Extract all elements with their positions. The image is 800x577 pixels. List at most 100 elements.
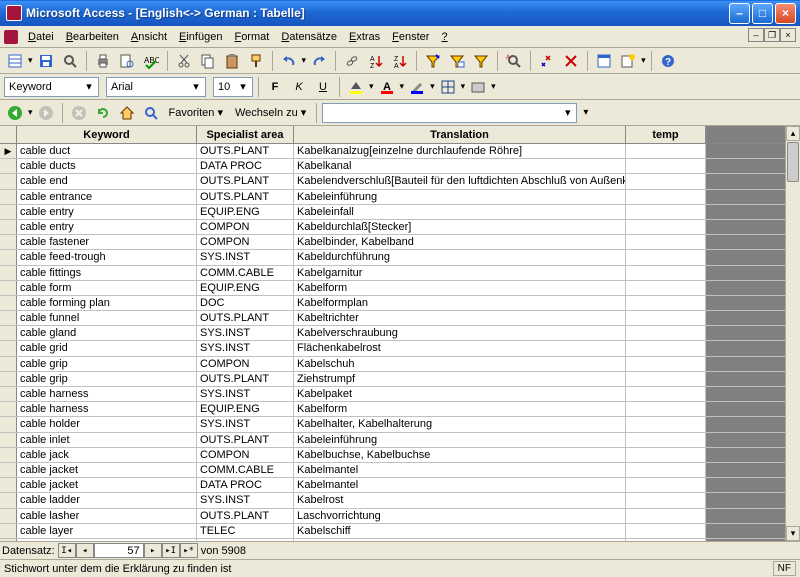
chevron-down-icon[interactable]: ▾ (28, 107, 33, 118)
cell-spec[interactable]: COMPON (197, 220, 294, 234)
refresh-button[interactable] (92, 102, 114, 124)
prev-record-button[interactable]: ◂ (76, 543, 94, 558)
row-selector[interactable] (0, 205, 17, 219)
cell-trans[interactable]: Kabeleinführung (294, 433, 626, 447)
search-button[interactable] (59, 50, 81, 72)
cell-trans[interactable]: Kabelkanalzug[einzelne durchlaufende Röh… (294, 144, 626, 158)
fontsize-combo[interactable]: 10 ▾ (213, 77, 253, 97)
table-row[interactable]: cable feed-troughSYS.INSTKabeldurchführu… (0, 250, 785, 265)
cell-trans[interactable]: Kabelform (294, 402, 626, 416)
cell-temp[interactable] (626, 174, 706, 188)
cell-trans[interactable]: Kabelverschraubung (294, 326, 626, 340)
minimize-button[interactable]: – (729, 3, 750, 24)
cell-temp[interactable] (626, 463, 706, 477)
record-number-input[interactable]: 57 (94, 543, 144, 558)
row-selector[interactable] (0, 220, 17, 234)
table-row[interactable]: cable glandSYS.INSTKabelverschraubung (0, 326, 785, 341)
menu-extras[interactable]: Extras (343, 29, 386, 45)
table-row[interactable]: cable fastenerCOMPONKabelbinder, Kabelba… (0, 235, 785, 250)
cell-temp[interactable] (626, 417, 706, 431)
row-selector[interactable] (0, 326, 17, 340)
cell-trans[interactable]: Kabelrost (294, 493, 626, 507)
row-selector[interactable] (0, 433, 17, 447)
table-row[interactable]: cable ladderSYS.INSTKabelrost (0, 493, 785, 508)
row-selector[interactable] (0, 281, 17, 295)
row-selector[interactable] (0, 296, 17, 310)
row-selector[interactable] (0, 311, 17, 325)
table-row[interactable]: cable inletOUTS.PLANTKabeleinführung (0, 433, 785, 448)
cell-spec[interactable]: SYS.INST (197, 493, 294, 507)
database-window-button[interactable] (593, 50, 615, 72)
search-web-button[interactable] (140, 102, 162, 124)
cell-spec[interactable]: SYS.INST (197, 326, 294, 340)
mdi-restore-button[interactable]: ❐ (764, 28, 780, 42)
cell-keyword[interactable]: cable ducts (17, 159, 197, 173)
row-selector[interactable] (0, 190, 17, 204)
cell-spec[interactable]: TELEC (197, 524, 294, 538)
cell-spec[interactable]: SYS.INST (197, 417, 294, 431)
go-button[interactable]: Wechseln zu ▾ (230, 102, 311, 124)
cell-keyword[interactable]: cable layer (17, 524, 197, 538)
print-button[interactable] (92, 50, 114, 72)
row-selector[interactable] (0, 357, 17, 371)
table-row[interactable]: cable layerTELECKabelschiff (0, 524, 785, 539)
cell-spec[interactable]: OUTS.PLANT (197, 372, 294, 386)
menu-ansicht[interactable]: Ansicht (125, 29, 173, 45)
table-row[interactable]: cable harnessSYS.INSTKabelpaket (0, 387, 785, 402)
row-selector[interactable] (0, 250, 17, 264)
cell-keyword[interactable]: cable jacket (17, 463, 197, 477)
cell-trans[interactable]: Kabelpaket (294, 387, 626, 401)
cell-temp[interactable] (626, 296, 706, 310)
favorites-button[interactable]: Favoriten ▾ (164, 102, 228, 124)
cell-spec[interactable]: EQUIP.ENG (197, 205, 294, 219)
cell-temp[interactable] (626, 509, 706, 523)
cell-trans[interactable]: Kabelform (294, 281, 626, 295)
cell-temp[interactable] (626, 448, 706, 462)
delete-record-button[interactable] (560, 50, 582, 72)
row-selector[interactable] (0, 417, 17, 431)
column-header-translation[interactable]: Translation (294, 126, 626, 143)
italic-button[interactable]: K (288, 76, 310, 98)
cell-trans[interactable]: Kabeldurchführung (294, 250, 626, 264)
sort-desc-button[interactable]: ZA (389, 50, 411, 72)
cell-spec[interactable]: OUTS.PLANT (197, 174, 294, 188)
table-row[interactable]: cable entryEQUIP.ENGKabeleinfall (0, 205, 785, 220)
table-row[interactable]: cable jackCOMPONKabelbuchse, Kabelbuchse (0, 448, 785, 463)
cell-temp[interactable] (626, 281, 706, 295)
row-selector[interactable] (0, 448, 17, 462)
cell-keyword[interactable]: cable fittings (17, 266, 197, 280)
cell-spec[interactable]: COMPON (197, 448, 294, 462)
gridlines-button[interactable] (437, 76, 459, 98)
next-record-button[interactable]: ▸ (144, 543, 162, 558)
print-preview-button[interactable] (116, 50, 138, 72)
table-row[interactable]: cable gridSYS.INSTFlächenkabelrost (0, 341, 785, 356)
cell-keyword[interactable]: cable harness (17, 402, 197, 416)
cell-keyword[interactable]: cable feed-trough (17, 250, 197, 264)
filter-form-button[interactable] (446, 50, 468, 72)
cell-temp[interactable] (626, 144, 706, 158)
new-object-button[interactable] (617, 50, 639, 72)
paste-button[interactable] (221, 50, 243, 72)
line-color-button[interactable] (406, 76, 428, 98)
cell-trans[interactable]: Kabelgarnitur (294, 266, 626, 280)
table-row[interactable]: cable holderSYS.INSTKabelhalter, Kabelha… (0, 417, 785, 432)
table-row[interactable]: cable gripCOMPONKabelschuh (0, 357, 785, 372)
cell-trans[interactable]: Kabelmantel (294, 463, 626, 477)
undo-button[interactable] (278, 50, 300, 72)
table-row[interactable]: cable entryCOMPONKabeldurchlaß[Stecker] (0, 220, 785, 235)
row-selector[interactable] (0, 159, 17, 173)
cell-keyword[interactable]: cable lasher (17, 509, 197, 523)
table-row[interactable]: cable gripOUTS.PLANTZiehstrumpf (0, 372, 785, 387)
cell-spec[interactable]: OUTS.PLANT (197, 433, 294, 447)
chevron-down-icon[interactable]: ▾ (430, 81, 435, 92)
redo-button[interactable] (308, 50, 330, 72)
special-effect-button[interactable] (467, 76, 489, 98)
object-combo[interactable]: Keyword ▾ (4, 77, 99, 97)
cell-temp[interactable] (626, 250, 706, 264)
cell-keyword[interactable]: cable grip (17, 357, 197, 371)
font-combo[interactable]: Arial ▾ (106, 77, 206, 97)
cell-temp[interactable] (626, 326, 706, 340)
cell-temp[interactable] (626, 205, 706, 219)
table-row[interactable]: cable ductsDATA PROCKabelkanal (0, 159, 785, 174)
column-header-specialist[interactable]: Specialist area (197, 126, 294, 143)
